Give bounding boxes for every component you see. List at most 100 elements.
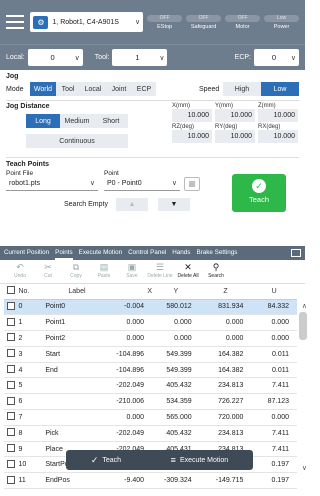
tool-selector[interactable]: 1 ∨ bbox=[112, 49, 168, 66]
safeguard-status: OFF Safeguard bbox=[186, 14, 222, 30]
speed-low-button[interactable]: Low bbox=[261, 82, 299, 96]
cell-z: 164.382 bbox=[199, 346, 252, 363]
search-icon: ⚲ bbox=[212, 262, 220, 272]
table-row[interactable]: 0 Point0 -0.004 580.012 831.934 84.332 bbox=[4, 299, 297, 316]
scroll-up-icon[interactable]: ∧ bbox=[302, 302, 307, 310]
mode-local-button[interactable]: Local bbox=[80, 82, 106, 96]
cell-label bbox=[43, 409, 111, 426]
row-checkbox[interactable] bbox=[7, 317, 16, 326]
table-row[interactable]: 2 Point2 0.000 0.000 0.000 0.000 bbox=[4, 330, 297, 347]
speed-high-button[interactable]: High bbox=[223, 82, 261, 96]
row-checkbox[interactable] bbox=[7, 333, 16, 342]
table-row[interactable]: 4 End -104.896 549.399 164.382 0.011 bbox=[4, 362, 297, 379]
x-distance-value[interactable]: 10.000 bbox=[172, 109, 212, 122]
local-label: Local: bbox=[6, 54, 25, 61]
cell-x: 0.000 bbox=[110, 330, 153, 347]
row-checkbox-cell[interactable] bbox=[4, 299, 19, 316]
row-checkbox[interactable] bbox=[7, 396, 16, 405]
row-checkbox-cell[interactable] bbox=[4, 456, 19, 474]
y-distance-value[interactable]: 10.000 bbox=[215, 109, 255, 122]
select-all-cell[interactable] bbox=[4, 284, 19, 300]
table-row[interactable]: 7 0.000 565.000 720.000 0.000 bbox=[4, 409, 297, 426]
motor-status[interactable]: OFF Motor bbox=[225, 14, 261, 30]
local-selector[interactable]: 0 ∨ bbox=[27, 49, 83, 66]
row-checkbox[interactable] bbox=[7, 412, 16, 421]
jog-section: Jog Mode World Tool Local Joint ECP Spee… bbox=[0, 70, 305, 100]
row-checkbox-cell[interactable] bbox=[4, 330, 19, 347]
row-checkbox-cell[interactable] bbox=[4, 393, 19, 411]
table-row[interactable]: 11 EndPos -9.400 -309.324 -149.715 0.197 bbox=[4, 472, 297, 490]
row-checkbox[interactable] bbox=[7, 459, 16, 468]
save-button[interactable]: ▣ Save bbox=[118, 262, 146, 279]
undo-button[interactable]: ↶ Undo bbox=[6, 262, 34, 279]
row-checkbox[interactable] bbox=[7, 301, 16, 310]
header-u: U bbox=[251, 284, 297, 300]
paste-button[interactable]: ▤ Paste bbox=[90, 262, 118, 279]
tab-hands[interactable]: Hands bbox=[172, 246, 190, 260]
table-row[interactable]: 1 Point1 0.000 0.000 0.000 0.000 bbox=[4, 314, 297, 332]
delete-all-button[interactable]: ✕ Delete All bbox=[174, 262, 202, 279]
search-down-button[interactable]: ▼ bbox=[158, 198, 190, 211]
search-up-button[interactable]: ▲ bbox=[116, 198, 148, 211]
copy-button[interactable]: ⧉ Copy bbox=[62, 262, 90, 279]
row-checkbox-cell[interactable] bbox=[4, 441, 19, 458]
row-checkbox[interactable] bbox=[7, 365, 16, 374]
row-checkbox[interactable] bbox=[7, 444, 16, 453]
paste-label: Paste bbox=[97, 273, 111, 279]
row-checkbox[interactable] bbox=[7, 428, 16, 437]
calendar-icon[interactable]: ▦ bbox=[184, 177, 200, 191]
row-checkbox[interactable] bbox=[7, 349, 16, 358]
mode-world-button[interactable]: World bbox=[30, 82, 56, 96]
distance-long-button[interactable]: Long bbox=[26, 114, 60, 128]
cut-button[interactable]: ✂ Cut bbox=[34, 262, 62, 279]
float-teach-button[interactable]: ✓ Teach bbox=[91, 455, 121, 466]
tab-current-position[interactable]: Current Position bbox=[4, 246, 49, 260]
robot-selector[interactable]: ⚙ 1, Robot1, C4-A901S ∨ bbox=[30, 12, 144, 32]
teach-button[interactable]: ✓ Teach bbox=[232, 174, 286, 212]
tab-execute-motion[interactable]: Execute Motion bbox=[79, 246, 122, 260]
table-row[interactable]: 3 Start -104.896 549.399 164.382 0.011 bbox=[4, 346, 297, 363]
ry-distance-value[interactable]: 10.000 bbox=[215, 130, 255, 143]
delete-line-button[interactable]: ☰ Delete Line bbox=[146, 262, 174, 279]
row-checkbox-cell[interactable] bbox=[4, 409, 19, 426]
table-row[interactable]: 5 -202.049 405.432 234.813 7.411 bbox=[4, 377, 297, 395]
tab-brake-settings[interactable]: Brake Settings bbox=[196, 246, 237, 260]
tab-control-panel[interactable]: Control Panel bbox=[128, 246, 166, 260]
floating-action-bar: ✓ Teach ≡ Execute Motion bbox=[66, 450, 253, 470]
row-checkbox[interactable] bbox=[7, 380, 16, 389]
row-checkbox-cell[interactable] bbox=[4, 425, 19, 442]
distance-continuous-button[interactable]: Continuous bbox=[26, 134, 128, 148]
row-checkbox-cell[interactable] bbox=[4, 362, 19, 379]
row-checkbox-cell[interactable] bbox=[4, 346, 19, 363]
mode-ecp-button[interactable]: ECP bbox=[132, 82, 156, 96]
delete-line-label: Delete Line bbox=[147, 273, 173, 279]
mode-tool-button[interactable]: Tool bbox=[56, 82, 80, 96]
menu-icon[interactable] bbox=[6, 15, 25, 29]
row-checkbox-cell[interactable] bbox=[4, 472, 19, 490]
motor-pill: OFF bbox=[225, 14, 261, 22]
select-all-checkbox[interactable] bbox=[7, 286, 16, 295]
power-status[interactable]: Low Power bbox=[264, 14, 300, 30]
search-button[interactable]: ⚲ Search bbox=[202, 262, 230, 279]
panel-toggle-icon[interactable] bbox=[291, 249, 301, 257]
row-checkbox-cell[interactable] bbox=[4, 314, 19, 332]
distance-medium-button[interactable]: Medium bbox=[60, 114, 94, 128]
cell-x: -9.400 bbox=[110, 472, 153, 490]
z-distance-value[interactable]: 10.000 bbox=[258, 109, 298, 122]
table-row[interactable]: 6 -210.006 534.359 726.227 87.123 bbox=[4, 393, 297, 411]
distance-short-button[interactable]: Short bbox=[94, 114, 128, 128]
rx-distance-value[interactable]: 10.000 bbox=[258, 130, 298, 143]
mode-joint-button[interactable]: Joint bbox=[106, 82, 132, 96]
scroll-down-icon[interactable]: ∨ bbox=[302, 464, 307, 472]
table-row[interactable]: 8 Pick -202.049 405.432 234.813 7.411 bbox=[4, 425, 297, 442]
point-selector[interactable]: P0 - Point0 ∨ bbox=[104, 176, 180, 191]
cell-x: -104.896 bbox=[110, 346, 153, 363]
float-execute-button[interactable]: ≡ Execute Motion bbox=[171, 455, 229, 465]
rz-distance-value[interactable]: 10.000 bbox=[172, 130, 212, 143]
row-checkbox-cell[interactable] bbox=[4, 377, 19, 395]
row-checkbox[interactable] bbox=[7, 475, 16, 484]
ecp-selector[interactable]: 0 ∨ bbox=[254, 49, 299, 66]
tab-points[interactable]: Points bbox=[55, 246, 73, 260]
point-file-selector[interactable]: robot1.pts ∨ bbox=[6, 176, 98, 191]
table-scrollbar[interactable] bbox=[299, 312, 307, 340]
